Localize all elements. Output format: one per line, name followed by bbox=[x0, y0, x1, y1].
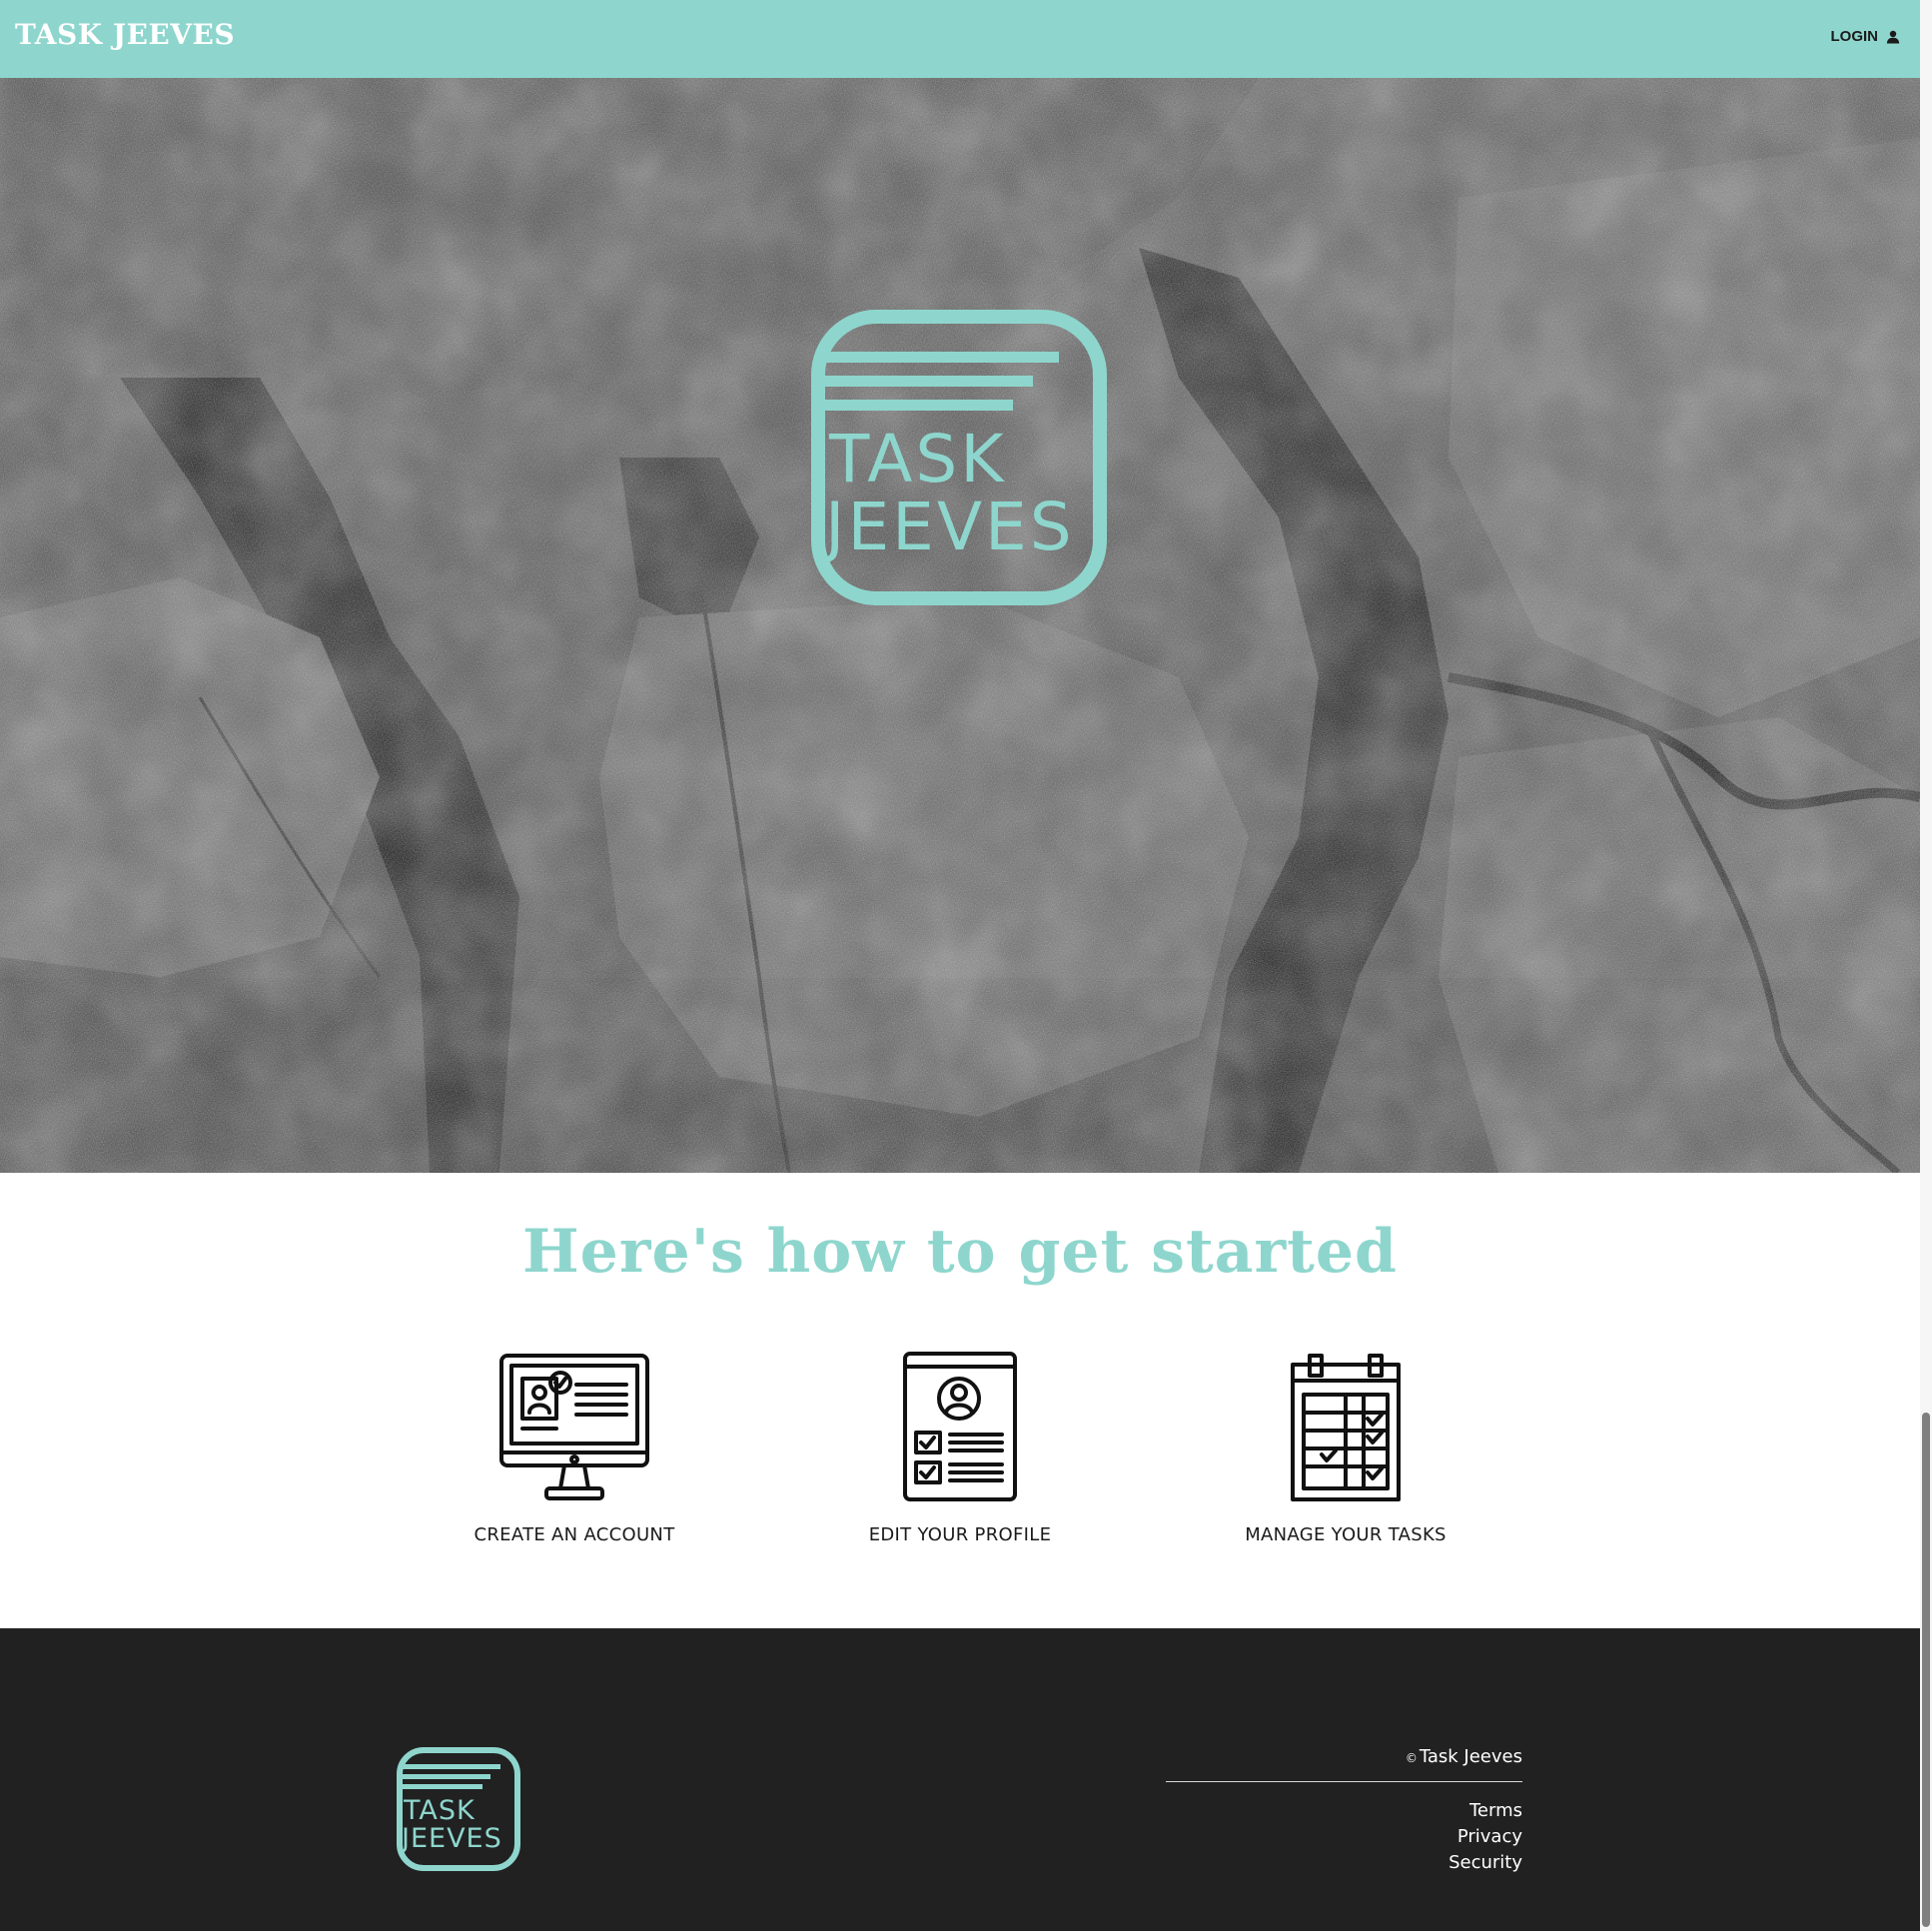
footer-info: © Task Jeeves Terms Privacy Security bbox=[1166, 1746, 1522, 1876]
getting-started-section: Here's how to get started CREATE AN ACCO… bbox=[0, 1173, 1920, 1628]
page: TASK JEEVES LOGIN TASK JEEVES Here's how… bbox=[0, 0, 1920, 1931]
computer-monitor-profile-icon bbox=[499, 1354, 649, 1500]
step-label: EDIT YOUR PROFILE bbox=[868, 1524, 1052, 1545]
copyright: © Task Jeeves bbox=[1166, 1746, 1522, 1782]
hero-section: TASK JEEVES bbox=[0, 78, 1920, 1173]
step-manage-tasks[interactable]: MANAGE YOUR TASKS bbox=[1196, 1343, 1495, 1545]
step-create-account[interactable]: CREATE AN ACCOUNT bbox=[425, 1343, 724, 1545]
login-button[interactable]: LOGIN bbox=[1831, 28, 1901, 45]
footer: TASK JEEVES © Task Jeeves Terms Privacy S… bbox=[0, 1628, 1920, 1931]
brand-title[interactable]: TASK JEEVES bbox=[15, 18, 235, 51]
vertical-scrollbar[interactable] bbox=[1920, 0, 1932, 1931]
copyright-symbol: © bbox=[1405, 1751, 1418, 1765]
hero-background-image bbox=[0, 78, 1920, 1173]
footer-link-security[interactable]: Security bbox=[1166, 1850, 1522, 1876]
login-label: LOGIN bbox=[1830, 28, 1879, 45]
step-edit-profile[interactable]: EDIT YOUR PROFILE bbox=[810, 1343, 1110, 1545]
hero-logo-text-line1: TASK bbox=[828, 421, 1007, 497]
user-icon bbox=[1886, 30, 1900, 44]
footer-logo-text-line1: TASK bbox=[403, 1795, 476, 1826]
footer-logo-text-line2: JEEVES bbox=[400, 1823, 502, 1854]
hero-logo-text-line2: JEEVES bbox=[821, 488, 1075, 565]
step-label: MANAGE YOUR TASKS bbox=[1245, 1524, 1447, 1545]
scrollbar-thumb[interactable] bbox=[1922, 1413, 1930, 1927]
getting-started-title: Here's how to get started bbox=[521, 1217, 1399, 1287]
footer-logo-icon[interactable]: TASK JEEVES bbox=[396, 1746, 521, 1872]
step-label: CREATE AN ACCOUNT bbox=[474, 1524, 675, 1545]
calendar-checklist-icon bbox=[1291, 1354, 1401, 1501]
top-nav-bar: TASK JEEVES LOGIN bbox=[0, 0, 1920, 78]
footer-link-terms[interactable]: Terms bbox=[1166, 1798, 1522, 1824]
footer-link-privacy[interactable]: Privacy bbox=[1166, 1824, 1522, 1850]
profile-document-checklist-icon bbox=[903, 1352, 1017, 1501]
hero-logo-icon: TASK JEEVES bbox=[811, 310, 1107, 605]
footer-links: Terms Privacy Security bbox=[1166, 1798, 1522, 1876]
copyright-text: Task Jeeves bbox=[1419, 1746, 1522, 1767]
